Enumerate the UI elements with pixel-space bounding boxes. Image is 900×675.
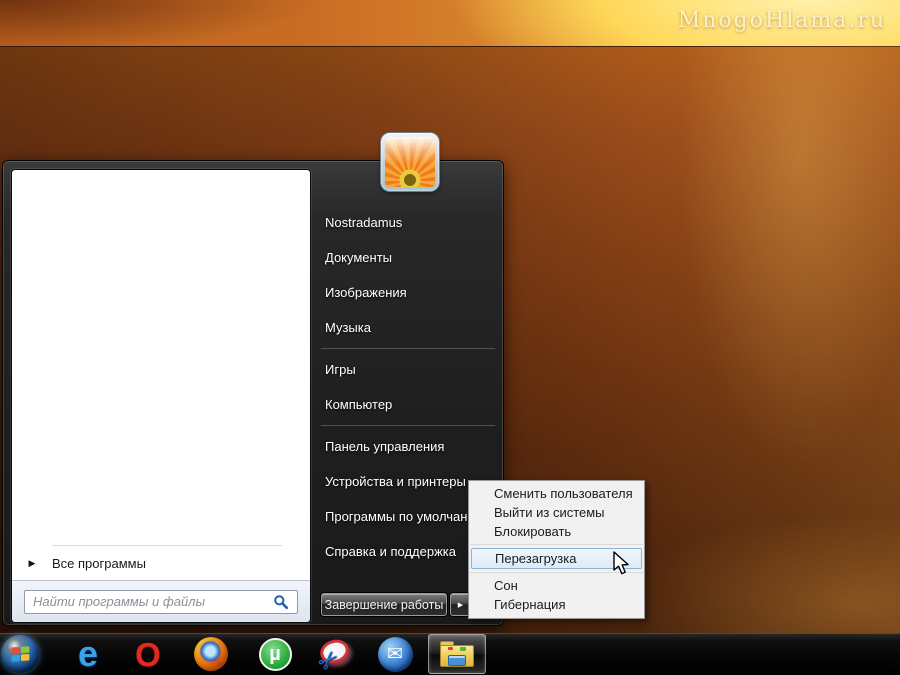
mu-glyph: µ	[269, 643, 281, 666]
menu-separator	[321, 425, 495, 426]
flower-avatar-image	[385, 137, 435, 187]
folder-detail-red	[448, 647, 453, 650]
expand-arrow-icon: ▶	[12, 558, 52, 569]
watermark: MnogoHlama.ru	[678, 8, 886, 33]
search-icon	[273, 594, 289, 610]
power-menu-lock[interactable]: Блокировать	[469, 522, 644, 541]
start-menu-item-documents[interactable]: Документы	[319, 240, 499, 275]
power-options-menu: Сменить пользователя Выйти из системы Бл…	[468, 480, 645, 619]
taskbar-icon-windows-explorer-active[interactable]	[428, 634, 486, 674]
menu-separator	[321, 348, 495, 349]
start-menu-item-computer[interactable]: Компьютер	[319, 387, 499, 422]
thunderbird-icon: ✉	[378, 637, 413, 672]
taskbar-icon-scissors-app[interactable]: ✂	[317, 636, 353, 672]
all-programs-label: Все программы	[52, 556, 146, 571]
start-menu-item-music[interactable]: Музыка	[319, 310, 499, 345]
start-menu-item-games[interactable]: Игры	[319, 352, 499, 387]
start-menu-item-pictures[interactable]: Изображения	[319, 275, 499, 310]
power-menu-switch-user[interactable]: Сменить пользователя	[469, 484, 644, 503]
arrow-right-icon: ▶	[458, 602, 463, 609]
folder-icon	[440, 641, 474, 667]
firefox-icon	[194, 637, 228, 671]
folder-detail-green	[460, 647, 466, 651]
power-menu-hibernate[interactable]: Гибернация	[469, 595, 644, 614]
mouse-cursor	[612, 551, 632, 577]
recent-programs-panel: ▶ Все программы	[12, 170, 310, 580]
scissors-app-icon: ✂	[317, 636, 353, 672]
search-box	[24, 590, 298, 614]
taskbar-icon-opera[interactable]: O	[130, 636, 166, 672]
all-programs-item[interactable]: ▶ Все программы	[12, 546, 310, 580]
user-avatar[interactable]	[381, 133, 439, 191]
start-menu-item-username[interactable]: Nostradamus	[319, 205, 499, 240]
start-menu: ▶ Все программы Nostradamus Документы Из…	[2, 160, 504, 626]
start-button[interactable]	[1, 635, 39, 673]
power-menu-log-off[interactable]: Выйти из системы	[469, 503, 644, 522]
search-input[interactable]	[33, 594, 269, 609]
start-menu-left-panel: ▶ Все программы	[11, 169, 311, 623]
menu-separator	[470, 544, 643, 545]
search-button[interactable]	[269, 592, 293, 612]
taskbar-icon-utorrent[interactable]: µ	[257, 636, 293, 672]
utorrent-icon: µ	[259, 638, 292, 671]
folder-detail-window	[448, 655, 466, 666]
envelope-icon: ✉	[387, 643, 403, 666]
start-menu-item-control-panel[interactable]: Панель управления	[319, 429, 499, 464]
taskbar-icon-firefox[interactable]	[193, 636, 229, 672]
shutdown-controls: Завершение работы ▶	[321, 593, 471, 616]
search-strip	[12, 580, 310, 622]
taskbar-icon-internet-explorer[interactable]: e	[70, 636, 106, 672]
internet-explorer-icon: e	[78, 636, 98, 672]
taskbar-icon-thunderbird[interactable]: ✉	[377, 636, 413, 672]
power-menu-sleep[interactable]: Сон	[469, 576, 644, 595]
windows-logo-icon	[11, 646, 30, 663]
opera-icon: O	[135, 638, 161, 671]
shutdown-button[interactable]: Завершение работы	[321, 593, 447, 616]
taskbar: e O µ ✂ ✉	[0, 633, 900, 675]
